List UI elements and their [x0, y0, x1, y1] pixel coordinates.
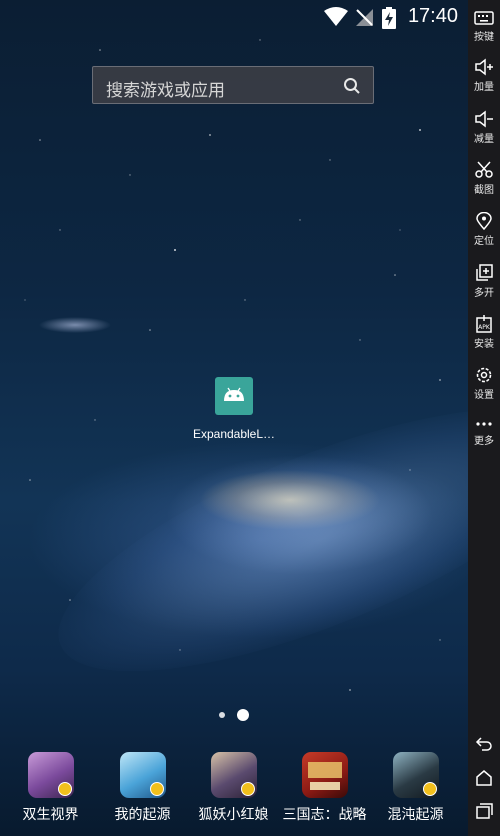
- dock-app-3[interactable]: 狐妖小红娘: [187, 752, 280, 824]
- sidebar-item-label: 截图: [474, 185, 494, 196]
- desktop-app-expandable[interactable]: ExpandableL…: [185, 377, 283, 441]
- keyboard-icon: [474, 11, 494, 25]
- game-icon[interactable]: [119, 752, 166, 798]
- sidebar-item-settings[interactable]: 设置: [468, 366, 500, 401]
- battery-charging-icon: [382, 7, 396, 29]
- scissors-icon: [475, 161, 493, 178]
- wifi-icon: [324, 7, 348, 26]
- game-badge-icon: [240, 782, 255, 796]
- volume-down-icon: [475, 110, 493, 128]
- location-icon: [476, 212, 492, 230]
- page-dot-1[interactable]: [219, 712, 225, 718]
- back-button[interactable]: [468, 735, 500, 753]
- sidebar-item-keys[interactable]: 按键: [468, 10, 500, 43]
- dock-label: 狐妖小红娘: [198, 807, 269, 823]
- status-bar: 17:40: [0, 0, 468, 32]
- sidebar-item-screenshot[interactable]: 截图: [468, 161, 500, 196]
- dock-label: 双生视界: [22, 807, 79, 823]
- dock-label: 我的起源: [114, 807, 171, 823]
- game-icon[interactable]: [392, 752, 439, 798]
- home-screen: 17:40 搜索游戏或应用 ExpandableL… 双生视界 我的起源 狐妖小…: [0, 0, 468, 836]
- svg-text:APK: APK: [478, 324, 491, 331]
- recent-apps-button[interactable]: [468, 802, 500, 820]
- dock-app-4[interactable]: 三国志：战略: [278, 752, 371, 824]
- gear-icon: [476, 367, 492, 383]
- status-time: 17:40: [407, 5, 458, 27]
- search-placeholder: 搜索游戏或应用: [106, 81, 225, 101]
- sidebar-item-label: 多开: [474, 288, 494, 299]
- home-button[interactable]: [468, 769, 500, 787]
- home-icon: [476, 770, 492, 786]
- sidebar-item-label: 更多: [474, 436, 494, 447]
- no-signal-icon: [356, 9, 373, 26]
- sidebar-item-label: 减量: [474, 134, 494, 145]
- multi-open-icon: [476, 264, 493, 281]
- sidebar-item-volume-down[interactable]: 减量: [468, 110, 500, 145]
- sidebar-item-label: 定位: [474, 236, 494, 247]
- sidebar-item-location[interactable]: 定位: [468, 212, 500, 247]
- sidebar-item-multi-open[interactable]: 多开: [468, 264, 500, 299]
- search-icon[interactable]: [343, 77, 361, 95]
- sidebar-item-label: 加量: [474, 82, 494, 93]
- game-icon[interactable]: [210, 752, 257, 798]
- dock-label: 三国志：战略: [282, 807, 367, 823]
- volume-up-icon: [475, 58, 493, 76]
- sidebar-item-label: 安装: [474, 339, 494, 350]
- dock: 双生视界 我的起源 狐妖小红娘 三国志：战略 混沌起源: [0, 752, 468, 836]
- sidebar-item-install[interactable]: APK 安装: [468, 315, 500, 350]
- game-badge-icon: [57, 782, 72, 796]
- android-robot-icon: [224, 387, 244, 401]
- more-icon: [476, 422, 492, 426]
- game-badge-icon: [149, 782, 164, 796]
- search-bar[interactable]: 搜索游戏或应用: [92, 66, 374, 104]
- dock-app-5[interactable]: 混沌起源: [369, 752, 462, 824]
- emulator-sidebar: 按键 加量 减量 截图 定位 多开 APK 安装 设置 更多: [468, 0, 500, 836]
- app-label: ExpandableL…: [192, 427, 276, 441]
- game-icon[interactable]: [301, 752, 348, 798]
- game-icon[interactable]: [27, 752, 74, 798]
- sidebar-item-label: 设置: [474, 390, 494, 401]
- recent-apps-icon: [476, 803, 493, 819]
- game-logo-icon: [307, 762, 342, 790]
- page-dot-2[interactable]: [237, 709, 249, 721]
- dock-label: 混沌起源: [387, 807, 444, 823]
- dock-app-1[interactable]: 双生视界: [4, 752, 97, 824]
- sidebar-item-more[interactable]: 更多: [468, 418, 500, 447]
- apk-install-icon: APK: [476, 315, 492, 333]
- sidebar-item-volume-up[interactable]: 加量: [468, 58, 500, 93]
- game-badge-icon: [422, 782, 437, 796]
- dock-app-2[interactable]: 我的起源: [96, 752, 189, 824]
- sidebar-item-label: 按键: [474, 32, 494, 43]
- back-icon: [475, 737, 492, 751]
- android-app-icon[interactable]: [215, 377, 253, 415]
